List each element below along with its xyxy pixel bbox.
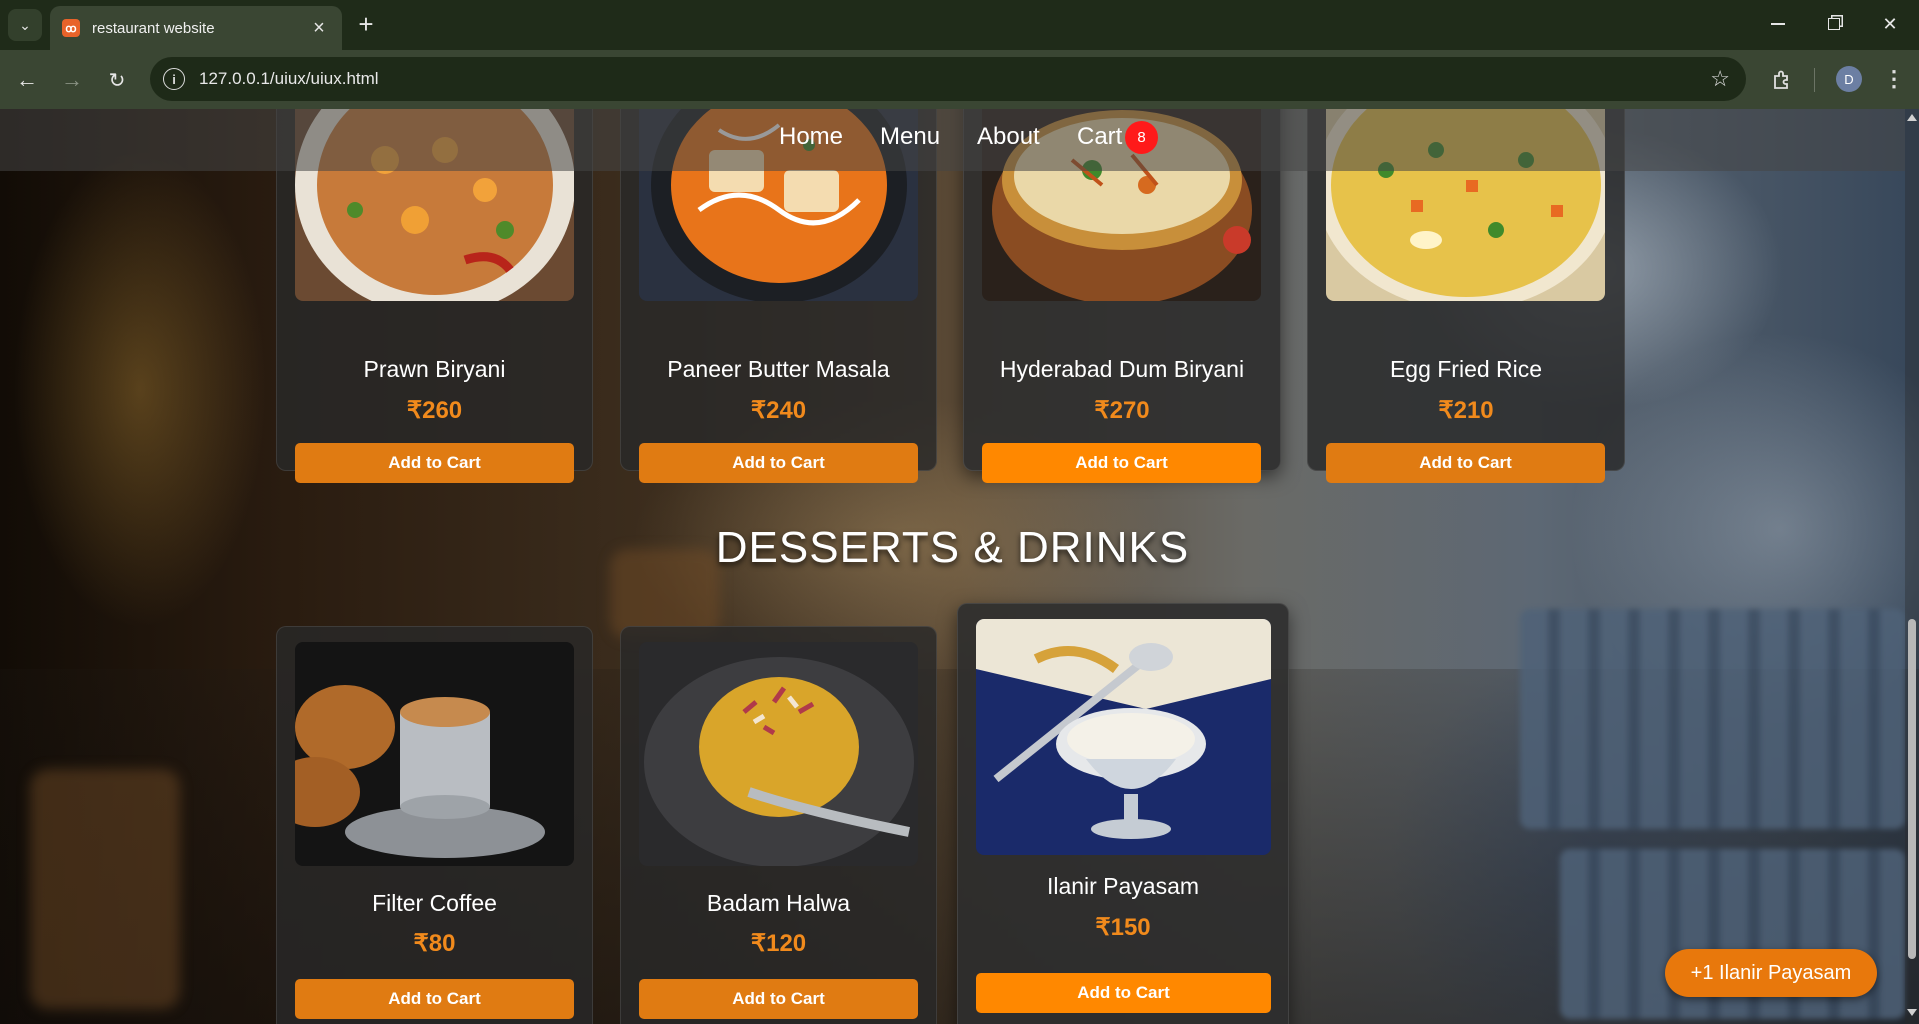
profile-avatar[interactable]: D <box>1836 66 1862 92</box>
item-name: Prawn Biryani <box>363 356 506 382</box>
browser-tab[interactable]: ꝏ restaurant website × <box>50 6 342 50</box>
add-to-cart-button[interactable]: Add to Cart <box>982 443 1261 483</box>
item-name: Paneer Butter Masala <box>667 356 890 382</box>
url-text[interactable]: 127.0.0.1/uiux/uiux.html <box>199 69 1710 89</box>
nav-menu-link[interactable]: Menu <box>880 123 940 151</box>
scroll-up-icon[interactable] <box>1907 114 1917 121</box>
browser-menu-icon[interactable]: ⋮ <box>1880 64 1908 94</box>
add-to-cart-button[interactable]: Add to Cart <box>295 979 574 1019</box>
page-viewport: Home Menu About Cart 8 Prawn Biryani ₹26… <box>0 109 1919 1024</box>
background-chair <box>30 769 180 1009</box>
browser-toolbar: ← → ↻ i 127.0.0.1/uiux/uiux.html ☆ D ⋮ <box>0 50 1919 109</box>
cart-count-badge: 8 <box>1125 121 1158 154</box>
item-price: ₹210 <box>1438 397 1494 424</box>
add-to-cart-button[interactable]: Add to Cart <box>639 443 918 483</box>
item-price: ₹120 <box>750 930 807 957</box>
restore-icon[interactable] <box>1814 8 1854 40</box>
site-navbar: Home Menu About Cart 8 <box>0 109 1905 171</box>
item-price: ₹150 <box>1095 914 1151 941</box>
item-price: ₹240 <box>750 397 807 424</box>
cart-toast-notification: +1 Ilanir Payasam <box>1665 949 1877 997</box>
badam-halwa-image <box>639 642 918 866</box>
item-price: ₹260 <box>406 397 463 424</box>
browser-tab-bar: ⌄ ꝏ restaurant website × + ✕ <box>0 0 1919 50</box>
section-title: DESSERTS & DRINKS <box>715 523 1190 572</box>
add-to-cart-button[interactable]: Add to Cart <box>295 443 574 483</box>
scroll-down-icon[interactable] <box>1907 1009 1917 1016</box>
add-to-cart-button[interactable]: Add to Cart <box>1326 443 1605 483</box>
tab-search-icon[interactable]: ⌄ <box>8 9 42 41</box>
add-to-cart-button[interactable]: Add to Cart <box>639 979 918 1019</box>
item-price: ₹270 <box>1094 397 1150 424</box>
item-name: Egg Fried Rice <box>1389 356 1543 382</box>
forward-arrow-icon[interactable]: → <box>56 64 88 96</box>
reload-icon[interactable]: ↻ <box>101 64 133 96</box>
new-tab-icon[interactable]: + <box>352 11 380 39</box>
menu-card-filter-coffee: Filter Coffee ₹80 Add to Cart <box>276 626 593 1024</box>
address-bar[interactable]: i 127.0.0.1/uiux/uiux.html ☆ <box>150 57 1746 101</box>
item-name: Hyderabad Dum Biryani <box>999 356 1245 382</box>
extensions-puzzle-icon[interactable] <box>1767 65 1797 95</box>
tab-close-icon[interactable]: × <box>308 17 330 40</box>
scroll-thumb[interactable] <box>1908 619 1916 959</box>
item-name: Ilanir Payasam <box>1046 873 1200 899</box>
back-arrow-icon[interactable]: ← <box>11 64 43 96</box>
toolbar-separator <box>1814 68 1815 92</box>
menu-card-badam-halwa: Badam Halwa ₹120 Add to Cart <box>620 626 937 1024</box>
nav-home-link[interactable]: Home <box>779 123 843 151</box>
background-booth <box>1520 609 1905 829</box>
item-price: ₹80 <box>413 930 456 957</box>
item-name: Filter Coffee <box>372 890 497 916</box>
nav-cart-link[interactable]: Cart <box>1077 123 1122 151</box>
page-scrollbar[interactable] <box>1905 109 1919 1024</box>
menu-card-ilanir-payasam: Ilanir Payasam ₹150 Add to Cart <box>957 603 1289 1024</box>
item-name: Badam Halwa <box>706 890 851 916</box>
tab-title: restaurant website <box>92 19 215 37</box>
site-info-icon[interactable]: i <box>163 68 185 90</box>
add-to-cart-button[interactable]: Add to Cart <box>976 973 1271 1013</box>
favicon-icon: ꝏ <box>62 19 80 37</box>
window-close-icon[interactable]: ✕ <box>1870 8 1910 40</box>
minimize-icon[interactable] <box>1758 8 1798 40</box>
filter-coffee-image <box>295 642 574 866</box>
bookmark-star-icon[interactable]: ☆ <box>1710 66 1730 92</box>
ilanir-payasam-image <box>976 619 1271 855</box>
nav-about-link[interactable]: About <box>977 123 1040 151</box>
